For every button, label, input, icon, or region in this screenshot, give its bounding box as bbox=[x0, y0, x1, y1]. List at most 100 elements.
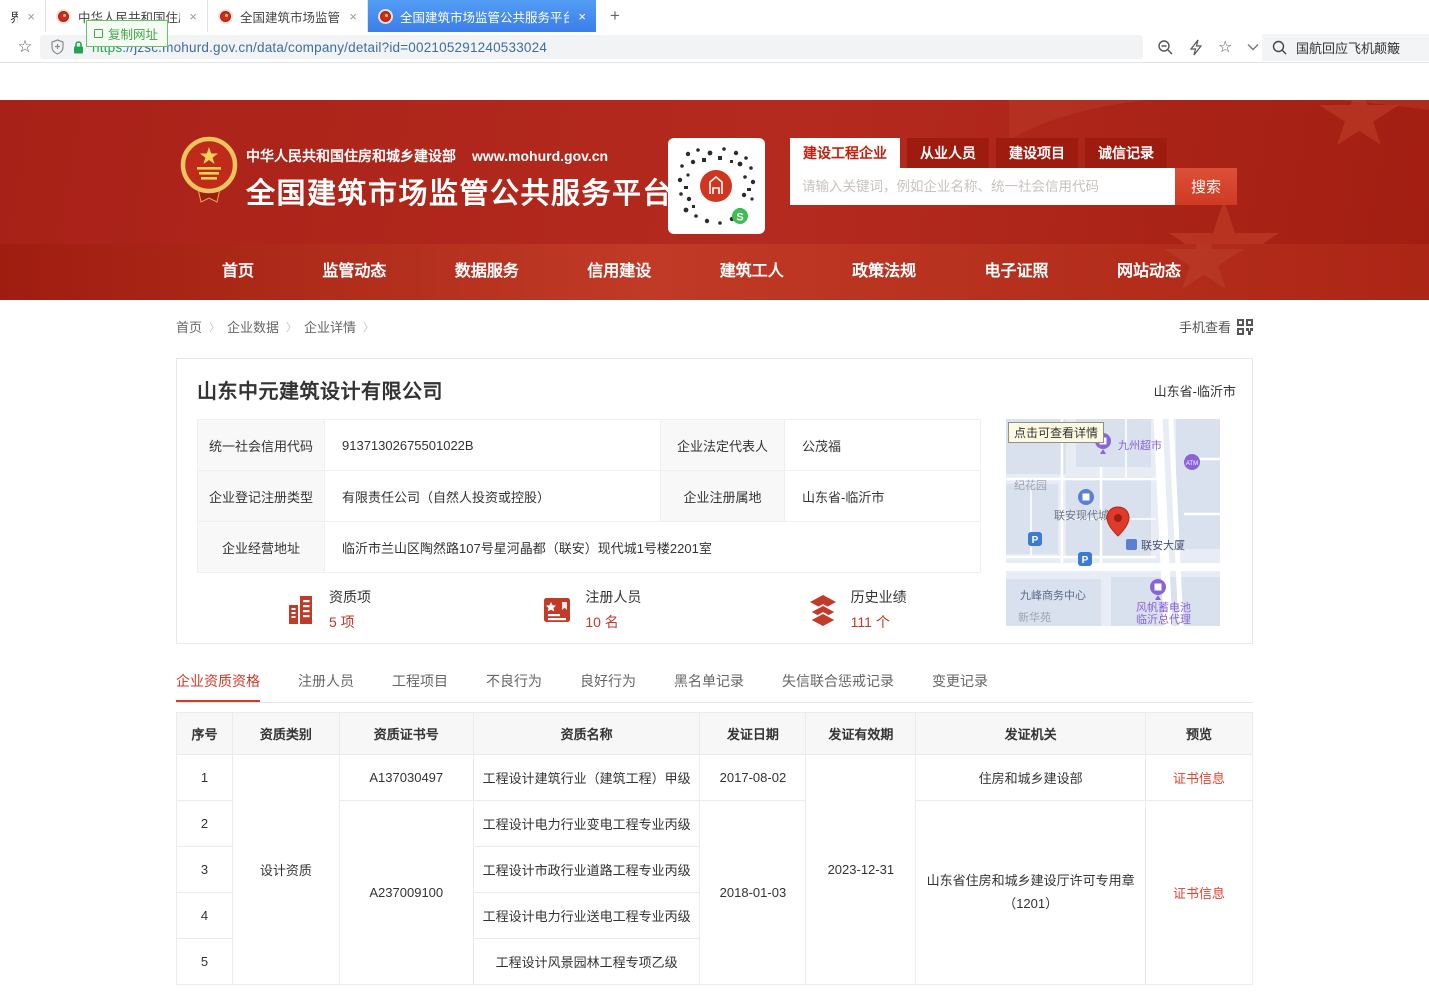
col-header-name: 资质名称 bbox=[473, 713, 700, 755]
layers-icon bbox=[806, 593, 840, 627]
tab-label: 界 bbox=[10, 7, 18, 26]
tab-bad-behavior[interactable]: 不良行为 bbox=[486, 671, 542, 702]
browser-tab-active[interactable]: 全国建筑市场监管公共服务平台 × bbox=[368, 0, 596, 32]
search-tab-personnel[interactable]: 从业人员 bbox=[907, 138, 989, 168]
search-button[interactable]: 搜索 bbox=[1175, 168, 1237, 205]
secure-lock-icon bbox=[72, 40, 85, 55]
stat-value: 10 名 bbox=[585, 612, 641, 632]
page-top-gap bbox=[0, 63, 1429, 100]
national-emblem-icon bbox=[180, 136, 238, 206]
company-stats: 资质项 5 项 注册人员 10 名 历史业绩 111 个 bbox=[197, 587, 981, 632]
close-icon[interactable]: × bbox=[189, 9, 197, 24]
credit-code-label: 统一社会信用代码 bbox=[198, 420, 325, 471]
cell-no: 3 bbox=[177, 847, 233, 893]
close-icon[interactable]: × bbox=[27, 9, 35, 24]
nav-item-data-service[interactable]: 数据服务 bbox=[455, 244, 519, 300]
stat-value: 5 项 bbox=[329, 612, 371, 632]
nav-item-e-license[interactable]: 电子证照 bbox=[985, 244, 1049, 300]
company-info-table: 统一社会信用代码 91371302675501022B 企业法定代表人 公茂福 … bbox=[197, 419, 981, 573]
tab-label: 全国建筑市场监管公共服务平台 bbox=[400, 7, 569, 26]
map-label: 联安现代城 bbox=[1054, 508, 1109, 522]
cell-issue-date: 2018-01-03 bbox=[700, 801, 806, 985]
table-row: 1 设计资质 A137030497 工程设计建筑行业（建筑工程）甲级 2017-… bbox=[177, 755, 1253, 801]
company-region: 山东省-临沂市 bbox=[1154, 381, 1236, 400]
nav-item-supervision[interactable]: 监管动态 bbox=[322, 244, 386, 300]
map-label: 临沂总代理 bbox=[1136, 612, 1191, 626]
browser-tab-0[interactable]: 界 × bbox=[0, 0, 46, 32]
browser-tab-bar: 界 × 中华人民共和国住房和城乡建设 × 全国建筑市场监管公共服务平台 × 全国… bbox=[0, 0, 1429, 32]
col-header-authority: 发证机关 bbox=[916, 713, 1146, 755]
reg-type-value: 有限责任公司（自然人投资或控股） bbox=[325, 471, 661, 522]
cell-authority: 住房和城乡建设部 bbox=[916, 755, 1146, 801]
address-field[interactable]: https://jzsc.mohurd.gov.cn/data/company/… bbox=[40, 35, 1143, 59]
certificate-info-link[interactable]: 证书信息 bbox=[1173, 771, 1225, 786]
breadcrumb-home[interactable]: 首页 bbox=[176, 317, 202, 336]
bookmark-star-icon[interactable]: ☆ bbox=[10, 37, 40, 57]
stat-historical-performance: 历史业绩 111 个 bbox=[716, 587, 981, 632]
tab-change-records[interactable]: 变更记录 bbox=[932, 671, 988, 702]
new-tab-button[interactable]: + bbox=[596, 0, 634, 32]
tab-qualifications[interactable]: 企业资质资格 bbox=[176, 671, 260, 702]
chevron-down-icon[interactable] bbox=[1247, 43, 1259, 51]
nav-item-policy[interactable]: 政策法规 bbox=[852, 244, 916, 300]
tab-dishonesty[interactable]: 失信联合惩戒记录 bbox=[782, 671, 894, 702]
col-header-validity: 发证有效期 bbox=[806, 713, 916, 755]
qr-code-icon: S bbox=[674, 144, 759, 228]
browser-tab-2[interactable]: 全国建筑市场监管公共服务平台 × bbox=[208, 0, 368, 32]
map-label: 联安大厦 bbox=[1141, 538, 1185, 552]
browser-search-box[interactable]: 国航回应飞机颠簸 bbox=[1262, 34, 1429, 61]
ministry-url: www.mohurd.gov.cn bbox=[472, 148, 608, 164]
cell-no: 4 bbox=[177, 893, 233, 939]
stat-label: 历史业绩 bbox=[851, 587, 907, 607]
tab-label: 全国建筑市场监管公共服务平台 bbox=[240, 7, 340, 26]
mobile-view-label: 手机查看 bbox=[1179, 317, 1231, 336]
site-title: 全国建筑市场监管公共服务平台 bbox=[246, 170, 673, 212]
keyword-search-input[interactable] bbox=[790, 168, 1175, 205]
mobile-view-toggle[interactable]: 手机查看 bbox=[1179, 317, 1253, 336]
zoom-out-icon[interactable] bbox=[1157, 39, 1174, 56]
tab-registered-personnel[interactable]: 注册人员 bbox=[298, 671, 354, 702]
qualification-table: 序号 资质类别 资质证书号 资质名称 发证日期 发证有效期 发证机关 预览 1 … bbox=[176, 712, 1253, 985]
map-label: 九峰商务中心 bbox=[1020, 588, 1086, 602]
company-summary-card: 山东中元建筑设计有限公司 山东省-临沂市 统一社会信用代码 9137130267… bbox=[176, 358, 1253, 644]
tab-projects[interactable]: 工程项目 bbox=[392, 671, 448, 702]
tab-blacklist[interactable]: 黑名单记录 bbox=[674, 671, 744, 702]
close-icon[interactable]: × bbox=[578, 9, 586, 24]
search-tab-project[interactable]: 建设项目 bbox=[996, 138, 1078, 168]
breadcrumb-separator: 〉 bbox=[209, 319, 220, 335]
site-search-module: 建设工程企业 从业人员 建设项目 诚信记录 搜索 bbox=[790, 138, 1237, 205]
col-header-preview: 预览 bbox=[1146, 713, 1253, 755]
breadcrumb-company-detail[interactable]: 企业详情 bbox=[304, 317, 356, 336]
close-icon[interactable]: × bbox=[349, 9, 357, 24]
detail-tab-bar: 企业资质资格 注册人员 工程项目 不良行为 良好行为 黑名单记录 失信联合惩戒记… bbox=[176, 671, 1253, 703]
breadcrumb: 首页〉 企业数据〉 企业详情〉 手机查看 bbox=[176, 317, 1253, 336]
cell-no: 2 bbox=[177, 801, 233, 847]
breadcrumb-company-data[interactable]: 企业数据 bbox=[227, 317, 279, 336]
cell-issue-date: 2017-08-02 bbox=[700, 755, 806, 801]
favorite-star-icon[interactable]: ☆ bbox=[1218, 37, 1232, 57]
site-favicon-icon bbox=[56, 9, 71, 24]
search-tab-credit[interactable]: 诚信记录 bbox=[1085, 138, 1167, 168]
nav-item-workers[interactable]: 建筑工人 bbox=[720, 244, 784, 300]
search-tab-enterprise[interactable]: 建设工程企业 bbox=[790, 138, 900, 168]
cell-no: 5 bbox=[177, 939, 233, 985]
svg-text:P: P bbox=[1082, 555, 1089, 566]
building-icon bbox=[284, 593, 318, 627]
tab-good-behavior[interactable]: 良好行为 bbox=[580, 671, 636, 702]
nav-item-site-news[interactable]: 网站动态 bbox=[1117, 244, 1181, 300]
qr-mini-icon bbox=[1237, 319, 1253, 335]
credit-code-value: 91371302675501022B bbox=[325, 420, 661, 471]
map-label: 九州超市 bbox=[1118, 438, 1162, 452]
nav-item-home[interactable]: 首页 bbox=[222, 244, 254, 300]
certificate-info-link[interactable]: 证书信息 bbox=[1173, 886, 1225, 901]
stat-label: 资质项 bbox=[329, 587, 371, 607]
legal-rep-label: 企业法定代表人 bbox=[661, 420, 785, 471]
company-location-map[interactable]: 九州超市 ATM 纪花园 联安现代城 联安大厦 P P 九峰商务中心 风帆蓄电池… bbox=[1006, 419, 1220, 626]
stat-label: 注册人员 bbox=[585, 587, 641, 607]
col-header-no: 序号 bbox=[177, 713, 233, 755]
lightning-icon[interactable] bbox=[1189, 39, 1203, 56]
breadcrumb-separator: 〉 bbox=[286, 319, 297, 335]
stat-registered-personnel: 注册人员 10 名 bbox=[459, 587, 715, 632]
nav-item-credit[interactable]: 信用建设 bbox=[587, 244, 651, 300]
map-label: 风帆蓄电池 bbox=[1136, 600, 1191, 614]
